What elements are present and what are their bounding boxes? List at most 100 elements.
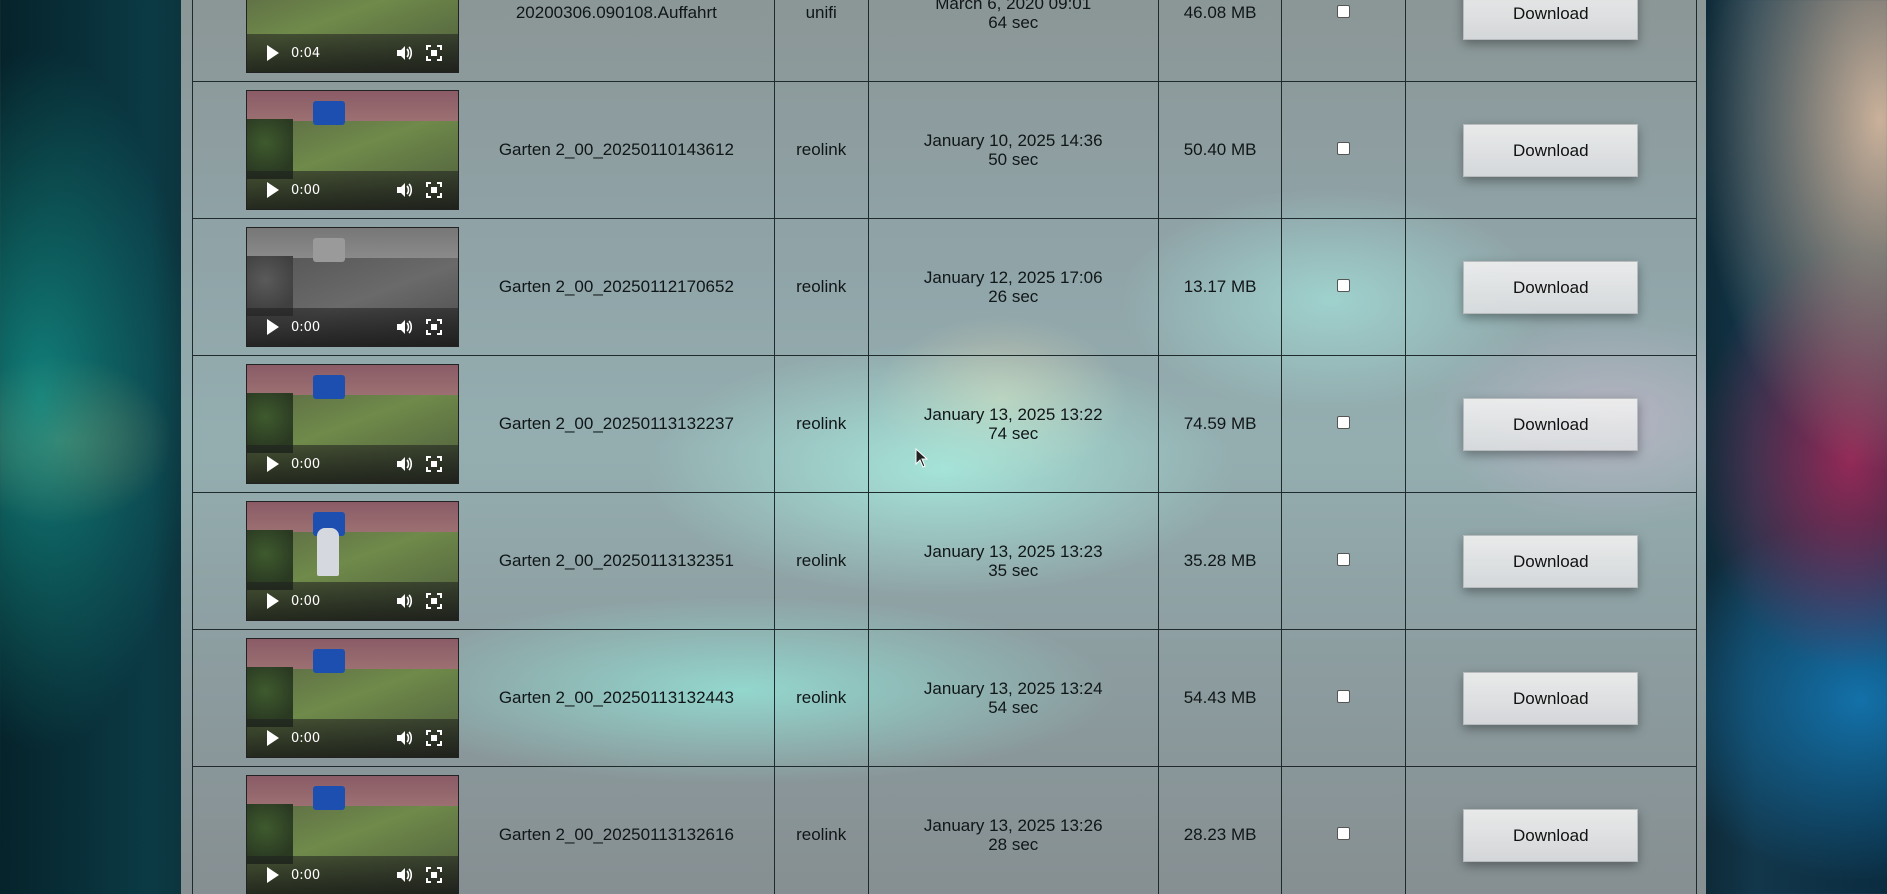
fullscreen-icon[interactable] [426, 730, 442, 746]
recordings-panel: 0:04 20200306.090108.Auffahrt unifi Marc… [181, 0, 1706, 894]
recording-name: Garten 2_00_20250110143612 [498, 140, 734, 159]
select-checkbox[interactable] [1336, 279, 1350, 292]
camera-cell: reolink [773, 218, 869, 356]
fullscreen-icon[interactable] [426, 319, 442, 335]
play-icon[interactable] [267, 319, 279, 335]
play-icon[interactable] [267, 593, 279, 609]
size-cell: 13.17 MB [1157, 218, 1283, 356]
select-checkbox[interactable] [1336, 416, 1350, 429]
download-button[interactable]: Download [1463, 534, 1639, 588]
video-time: 0:00 [291, 867, 321, 883]
size-cell: 74.59 MB [1157, 355, 1283, 493]
select-cell [1281, 355, 1406, 493]
video-player[interactable]: 0:00 [246, 364, 459, 484]
camera-cell: reolink [773, 629, 869, 767]
video-time: 0:00 [291, 730, 321, 746]
download-button[interactable]: Download [1463, 671, 1639, 725]
table-row: 0:00 Garten 2_00_20250113132616 reolink … [192, 766, 1698, 894]
volume-icon[interactable] [396, 730, 412, 746]
video-controls: 0:04 [247, 34, 458, 72]
size-cell: 54.43 MB [1157, 629, 1283, 767]
volume-icon[interactable] [396, 182, 412, 198]
recording-duration: 26 sec [988, 287, 1039, 306]
download-button[interactable]: Download [1463, 0, 1639, 40]
table-row: 0:00 Garten 2_00_20250113132237 reolink … [192, 355, 1698, 493]
download-cell: Download [1404, 629, 1698, 767]
recording-date: January 13, 2025 13:26 [923, 816, 1103, 835]
select-cell [1281, 766, 1406, 894]
size-cell: 28.23 MB [1157, 766, 1283, 894]
video-player[interactable]: 0:00 [246, 227, 459, 347]
table-row: 0:00 Garten 2_00_20250112170652 reolink … [192, 218, 1698, 356]
select-checkbox[interactable] [1336, 553, 1350, 566]
recording-duration: 54 sec [988, 698, 1039, 717]
video-cell: 0:00 Garten 2_00_20250113132351 [192, 492, 775, 630]
download-button[interactable]: Download [1463, 123, 1639, 177]
video-cell: 0:00 Garten 2_00_20250113132237 [192, 355, 775, 493]
volume-icon[interactable] [396, 456, 412, 472]
size-cell: 35.28 MB [1157, 492, 1283, 630]
play-icon[interactable] [267, 45, 279, 61]
video-time: 0:00 [291, 182, 321, 198]
download-cell: Download [1404, 81, 1698, 219]
fullscreen-icon[interactable] [426, 45, 442, 61]
date-cell: January 13, 2025 13:26 28 sec [867, 766, 1159, 894]
download-button[interactable]: Download [1463, 397, 1639, 451]
play-icon[interactable] [267, 182, 279, 198]
recording-date: January 10, 2025 14:36 [923, 131, 1103, 150]
play-icon[interactable] [267, 867, 279, 883]
table-row: 0:00 Garten 2_00_20250113132443 reolink … [192, 629, 1698, 767]
download-button[interactable]: Download [1463, 808, 1639, 862]
video-player[interactable]: 0:00 [246, 90, 459, 210]
select-cell [1281, 492, 1406, 630]
recording-duration: 35 sec [988, 561, 1039, 580]
video-time: 0:00 [291, 456, 321, 472]
download-cell: Download [1404, 355, 1698, 493]
fullscreen-icon[interactable] [426, 456, 442, 472]
recording-name: Garten 2_00_20250113132237 [498, 414, 734, 433]
fullscreen-icon[interactable] [426, 182, 442, 198]
play-icon[interactable] [267, 456, 279, 472]
recording-name: Garten 2_00_20250112170652 [498, 277, 734, 296]
volume-icon[interactable] [396, 867, 412, 883]
mouse-cursor-icon [915, 448, 929, 468]
recordings-table: 0:04 20200306.090108.Auffahrt unifi Marc… [192, 0, 1698, 894]
volume-icon[interactable] [396, 593, 412, 609]
recording-name: 20200306.090108.Auffahrt [515, 3, 717, 22]
table-row: 0:00 Garten 2_00_20250110143612 reolink … [192, 81, 1698, 219]
download-cell: Download [1404, 766, 1698, 894]
recording-name: Garten 2_00_20250113132616 [498, 825, 734, 844]
select-cell [1281, 81, 1406, 219]
video-controls: 0:00 [247, 171, 458, 209]
select-cell [1281, 218, 1406, 356]
video-controls: 0:00 [247, 582, 458, 620]
video-player[interactable]: 0:00 [246, 638, 459, 758]
video-cell: 0:00 Garten 2_00_20250110143612 [192, 81, 775, 219]
play-icon[interactable] [267, 730, 279, 746]
select-cell [1281, 0, 1406, 82]
fullscreen-icon[interactable] [426, 593, 442, 609]
select-checkbox[interactable] [1336, 690, 1350, 703]
table-row: 0:00 Garten 2_00_20250113132351 reolink … [192, 492, 1698, 630]
recording-duration: 74 sec [988, 424, 1039, 443]
download-cell: Download [1404, 0, 1698, 82]
download-button[interactable]: Download [1463, 260, 1639, 314]
date-cell: January 13, 2025 13:22 74 sec [867, 355, 1159, 493]
select-checkbox[interactable] [1336, 827, 1350, 840]
video-cell: 0:00 Garten 2_00_20250113132616 [192, 766, 775, 894]
recording-date: January 13, 2025 13:23 [923, 542, 1103, 561]
video-player[interactable]: 0:00 [246, 775, 459, 894]
camera-cell: reolink [773, 81, 869, 219]
fullscreen-icon[interactable] [426, 867, 442, 883]
recording-date: January 13, 2025 13:22 [923, 405, 1103, 424]
video-player[interactable]: 0:04 [246, 0, 459, 73]
date-cell: March 6, 2020 09:01 64 sec [867, 0, 1159, 82]
select-cell [1281, 629, 1406, 767]
select-checkbox[interactable] [1336, 5, 1350, 18]
video-player[interactable]: 0:00 [246, 501, 459, 621]
select-checkbox[interactable] [1336, 142, 1350, 155]
video-time: 0:04 [291, 45, 321, 61]
volume-icon[interactable] [396, 319, 412, 335]
video-controls: 0:00 [247, 445, 458, 483]
volume-icon[interactable] [396, 45, 412, 61]
